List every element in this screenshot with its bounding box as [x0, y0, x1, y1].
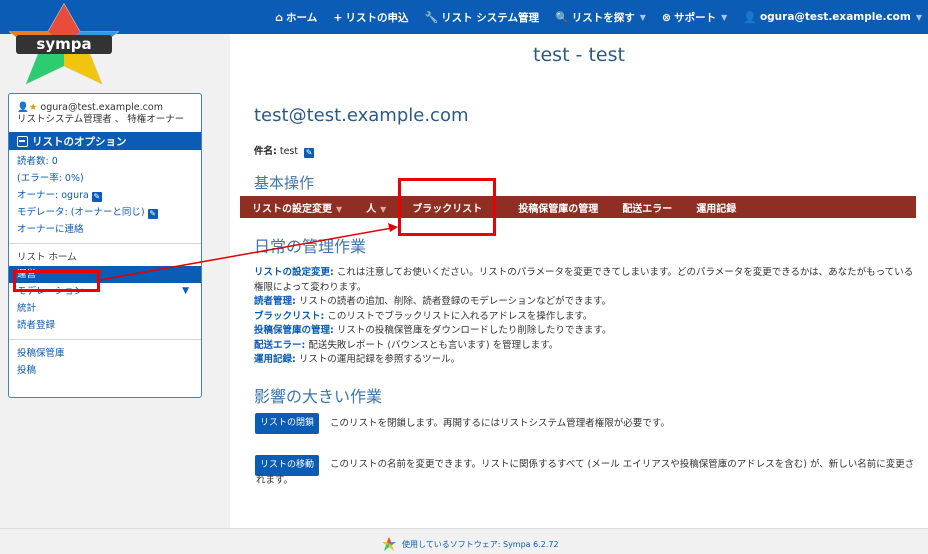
- annotation-arrow: [99, 223, 398, 281]
